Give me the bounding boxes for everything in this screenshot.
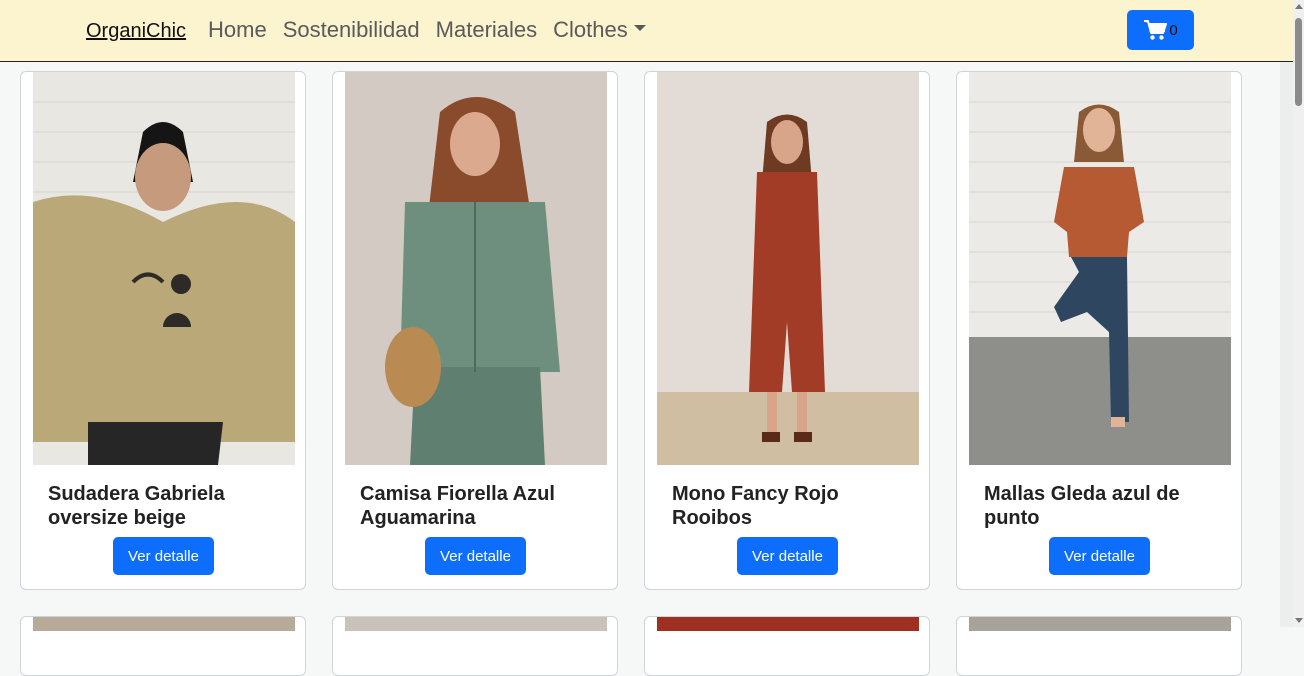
product-title: Camisa Fiorella Azul Aguamarina (360, 483, 555, 529)
product-card: Sudadera Gabriela oversize beige Ver det… (20, 71, 306, 590)
product-image[interactable] (33, 72, 295, 465)
product-card: Mallas Gleda azul de punto Ver detalle (956, 71, 1242, 590)
nav-home[interactable]: Home (208, 17, 267, 43)
product-card: Camisa Fiorella Azul Aguamarina Ver deta… (332, 71, 618, 590)
product-card-partial (20, 616, 306, 676)
nav-materiales[interactable]: Materiales (436, 17, 537, 43)
scroll-down-icon[interactable] (1295, 618, 1303, 623)
nav-clothes-dropdown[interactable]: Clothes (553, 17, 646, 43)
product-image[interactable] (33, 617, 295, 631)
product-image[interactable] (345, 617, 607, 631)
view-detail-button[interactable]: Ver detalle (1049, 537, 1150, 575)
product-image[interactable] (657, 617, 919, 631)
page-gutter (1280, 62, 1293, 627)
scroll-up-icon[interactable] (1295, 4, 1303, 9)
shopping-cart-icon (1144, 20, 1168, 40)
product-title: Sudadera Gabriela oversize beige (48, 483, 225, 529)
clothes-dropdown-label: Clothes (553, 17, 628, 42)
view-detail-button[interactable]: Ver detalle (425, 537, 526, 575)
product-image[interactable] (969, 72, 1231, 465)
scroll-thumb[interactable] (1295, 18, 1302, 106)
product-card-partial (644, 616, 930, 676)
product-image[interactable] (345, 72, 607, 465)
product-image[interactable] (969, 617, 1231, 631)
cart-button[interactable]: 0 (1127, 10, 1194, 50)
vertical-scrollbar[interactable] (1293, 0, 1304, 627)
product-card: Mono Fancy Rojo Rooibos Ver detalle (644, 71, 930, 590)
nav-sostenibilidad[interactable]: Sostenibilidad (283, 17, 420, 43)
view-detail-button[interactable]: Ver detalle (737, 537, 838, 575)
nav-links: Home Sostenibilidad Materiales Clothes (208, 17, 646, 43)
view-detail-button[interactable]: Ver detalle (113, 537, 214, 575)
brand-logo-link[interactable]: OrganiChic (86, 20, 186, 43)
product-title: Mono Fancy Rojo Rooibos (672, 483, 839, 529)
navbar: OrganiChic Home Sostenibilidad Materiale… (0, 0, 1293, 62)
caret-down-icon (633, 25, 646, 32)
product-card-partial (956, 616, 1242, 676)
product-image[interactable] (657, 72, 919, 465)
cart-count: 0 (1169, 21, 1178, 39)
product-title: Mallas Gleda azul de punto (984, 483, 1180, 529)
product-card-partial (332, 616, 618, 676)
